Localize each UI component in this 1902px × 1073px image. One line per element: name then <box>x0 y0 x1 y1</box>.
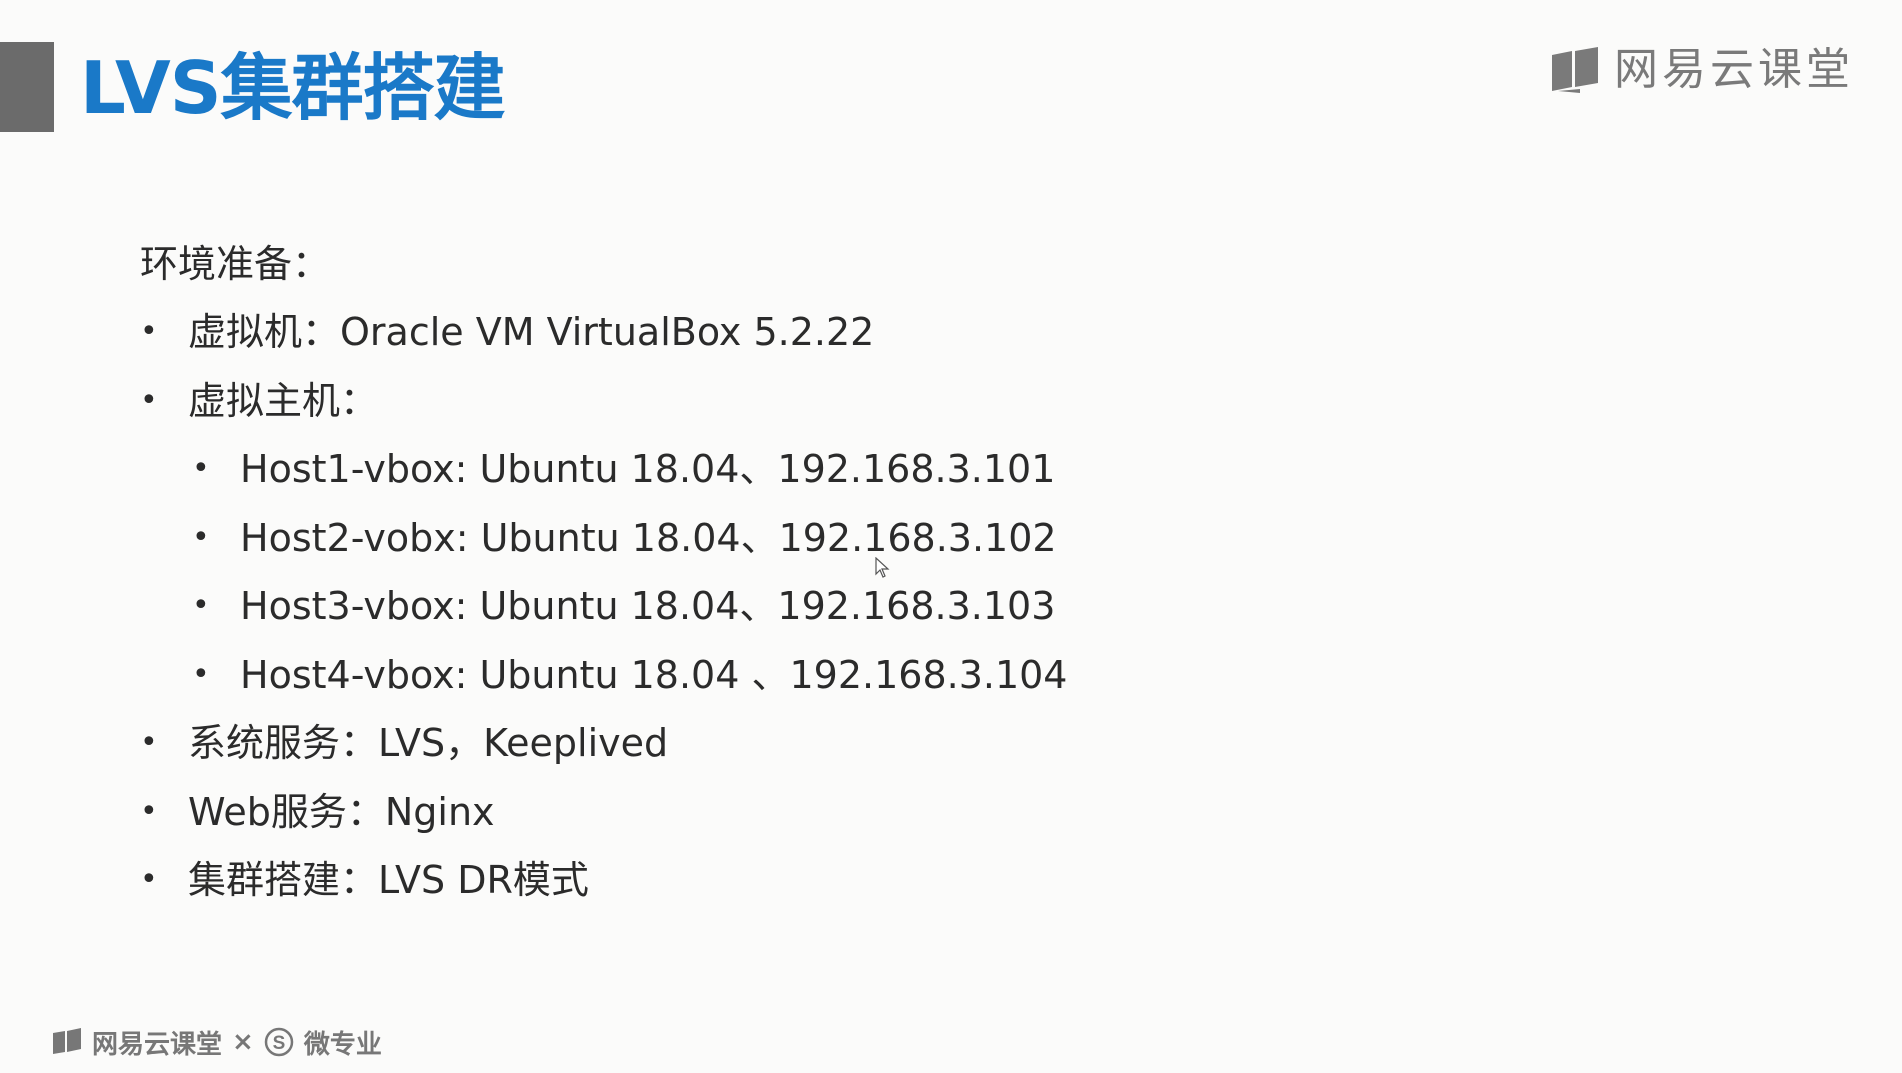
book-icon <box>1550 47 1600 93</box>
list-item-label: Host2-vobx: Ubuntu 18.04、192.168.3.102 <box>240 515 1057 560</box>
list-item: • Web服务：Nginx <box>140 778 1540 847</box>
list-item: • Host2-vobx: Ubuntu 18.04、192.168.3.102 <box>140 504 1540 573</box>
list-item: • 虚拟主机： <box>140 367 1540 436</box>
bullet-icon: • <box>192 656 210 692</box>
footer-branding: 网易云课堂 × S 微专业 <box>52 1024 382 1060</box>
title-accent-bar <box>0 42 54 132</box>
svg-text:S: S <box>272 1033 285 1054</box>
list-item-label: 虚拟主机： <box>188 378 379 423</box>
slide-content: 环境准备： • 虚拟机：Oracle VM VirtualBox 5.2.22 … <box>140 230 1540 915</box>
bullet-list: • 虚拟机：Oracle VM VirtualBox 5.2.22 • 虚拟主机… <box>140 298 1540 915</box>
list-item-label: Web服务：Nginx <box>188 789 495 834</box>
bullet-icon: • <box>192 451 210 486</box>
list-item-label: Host4-vbox: Ubuntu 18.04 、192.168.3.104 <box>240 652 1068 697</box>
bullet-icon: • <box>192 588 210 623</box>
bullet-icon: • <box>192 519 210 555</box>
bullet-icon: • <box>140 862 158 897</box>
book-icon <box>52 1028 82 1056</box>
brand-logo: 网易云课堂 <box>1550 42 1854 98</box>
bullet-icon: • <box>140 382 158 418</box>
list-item: • 系统服务：LVS，Keeplived <box>140 709 1540 778</box>
bullet-icon: • <box>140 725 158 760</box>
slide-title: LVS集群搭建 <box>80 46 506 130</box>
bullet-icon: • <box>140 793 158 829</box>
footer-brand-name: 网易云课堂 <box>92 1029 223 1060</box>
mouse-pointer-icon <box>875 556 891 579</box>
list-item-label: 系统服务：LVS，Keeplived <box>188 721 669 765</box>
list-item-label: 虚拟机：Oracle VM VirtualBox 5.2.22 <box>188 310 875 354</box>
list-item: • Host1-vbox: Ubuntu 18.04、192.168.3.101 <box>140 435 1540 504</box>
footer-partner-name: 微专业 <box>303 1029 382 1060</box>
list-item: • Host4-vbox: Ubuntu 18.04 、192.168.3.10… <box>140 641 1540 710</box>
brand-name: 网易云课堂 <box>1614 44 1854 95</box>
list-item-label: Host3-vbox: Ubuntu 18.04、192.168.3.103 <box>240 584 1056 628</box>
list-item-label: 集群搭建：LVS DR模式 <box>188 858 589 902</box>
footer-separator: × <box>232 1027 254 1057</box>
list-item: • 虚拟机：Oracle VM VirtualBox 5.2.22 <box>140 298 1540 367</box>
s-circle-icon: S <box>264 1027 294 1057</box>
bullet-icon: • <box>140 314 158 349</box>
list-item-label: Host1-vbox: Ubuntu 18.04、192.168.3.101 <box>240 447 1056 491</box>
list-item: • 集群搭建：LVS DR模式 <box>140 846 1540 915</box>
section-heading: 环境准备： <box>140 242 331 286</box>
list-item: • Host3-vbox: Ubuntu 18.04、192.168.3.103 <box>140 572 1540 641</box>
